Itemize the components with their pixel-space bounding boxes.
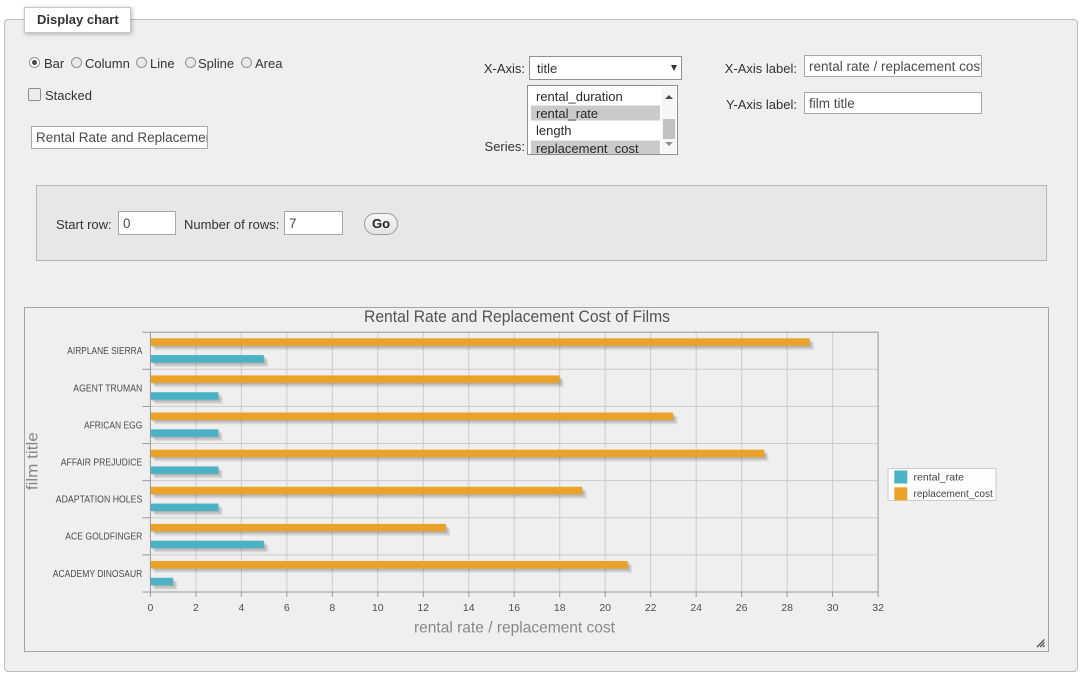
svg-text:8: 8 [329,602,335,614]
svg-text:ADAPTATION HOLES: ADAPTATION HOLES [56,495,143,506]
svg-text:28: 28 [781,602,793,614]
svg-text:20: 20 [599,602,611,614]
svg-text:24: 24 [690,602,702,614]
svg-text:rental rate / replacement cost: rental rate / replacement cost [414,620,616,637]
svg-text:4: 4 [238,602,244,614]
svg-text:AFFAIR PREJUDICE: AFFAIR PREJUDICE [61,458,143,469]
svg-text:AFRICAN EGG: AFRICAN EGG [84,420,142,431]
svg-text:ACE GOLDFINGER: ACE GOLDFINGER [65,532,142,543]
svg-text:22: 22 [645,602,657,614]
svg-text:12: 12 [417,602,429,614]
svg-text:Rental Rate and Replacement Co: Rental Rate and Replacement Cost of Film… [364,308,670,326]
svg-text:26: 26 [736,602,748,614]
svg-text:rental_rate: rental_rate [914,471,965,483]
svg-text:6: 6 [284,602,290,614]
svg-text:film title: film title [25,432,42,490]
svg-text:ACADEMY DINOSAUR: ACADEMY DINOSAUR [53,569,143,580]
svg-text:AIRPLANE SIERRA: AIRPLANE SIERRA [67,346,142,357]
svg-text:AGENT TRUMAN: AGENT TRUMAN [73,383,142,394]
svg-text:14: 14 [463,602,475,614]
svg-text:10: 10 [372,602,384,614]
svg-text:0: 0 [147,602,153,614]
svg-text:replacement_cost: replacement_cost [914,488,993,500]
svg-text:30: 30 [827,602,839,614]
svg-text:18: 18 [554,602,566,614]
svg-text:32: 32 [872,602,884,614]
svg-text:16: 16 [508,602,520,614]
svg-text:2: 2 [193,602,199,614]
